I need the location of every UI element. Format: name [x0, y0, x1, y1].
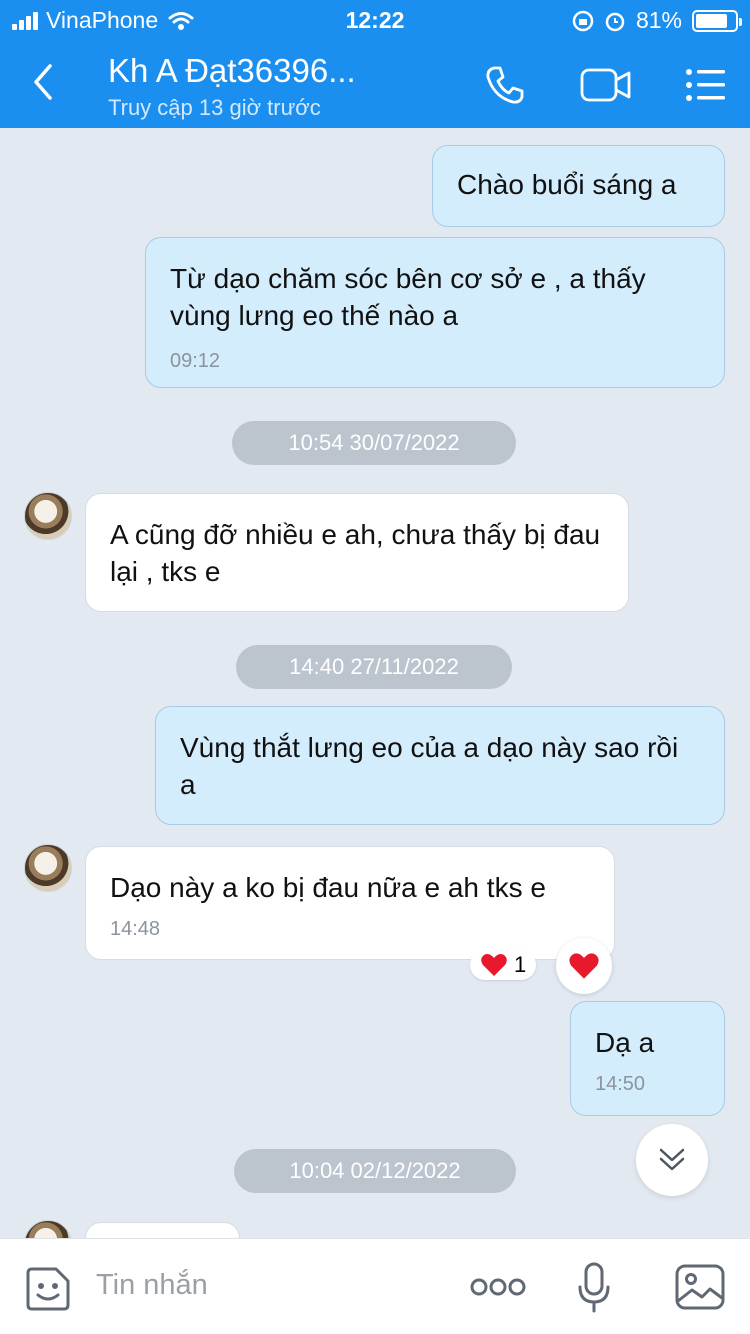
double-chevron-down-icon — [659, 1148, 685, 1171]
message-text: Từ dạo chăm sóc bên cơ sở e , a thấy vùn… — [170, 263, 646, 331]
battery-percent: 81% — [635, 7, 682, 33]
battery-icon — [692, 9, 742, 32]
message-bubble-received[interactable]: Dạo này a ko bị đau nữa e ah tks e 14:48 — [85, 846, 615, 960]
contact-name[interactable]: Kh A Đạt36396... — [108, 52, 356, 90]
message-text: Dạo này a ko bị đau nữa e ah tks e — [110, 872, 546, 903]
image-icon[interactable] — [674, 1263, 726, 1311]
phone-call-icon[interactable] — [484, 64, 526, 106]
react-button[interactable] — [556, 938, 612, 994]
orientation-lock-icon — [572, 10, 594, 31]
contact-avatar[interactable] — [24, 844, 72, 892]
message-time: 14:48 — [110, 918, 161, 940]
message-text: Chào buổi sáng a — [457, 169, 677, 200]
message-bubble-sent[interactable]: Chào buổi sáng a — [432, 145, 725, 227]
message-bubble-received[interactable]: A cũng đỡ nhiều e ah, chưa thấy bị đau l… — [85, 493, 629, 612]
message-bubble-sent[interactable]: Vùng thắt lưng eo của a dạo này sao rồi … — [155, 706, 725, 825]
message-input[interactable]: Tin nhắn — [96, 1269, 208, 1302]
message-time: 14:50 — [595, 1073, 646, 1095]
heart-icon — [481, 954, 507, 976]
message-bubble-sent[interactable]: Từ dạo chăm sóc bên cơ sở e , a thấy vùn… — [145, 237, 725, 388]
more-options-icon[interactable] — [470, 1275, 526, 1299]
reaction-summary[interactable]: 1 — [470, 950, 537, 980]
scroll-to-bottom-button[interactable] — [636, 1124, 708, 1196]
date-separator: 14:40 27/11/2022 — [236, 645, 512, 689]
message-text: A cũng đỡ nhiều e ah, chưa thấy bị đau l… — [110, 519, 601, 587]
back-icon[interactable] — [28, 62, 58, 102]
message-time: 09:12 — [170, 350, 221, 372]
status-bar: VinaPhone 12:22 81% — [0, 0, 750, 40]
date-separator: 10:54 30/07/2022 — [232, 421, 516, 465]
chat-header: VinaPhone 12:22 81% Kh A Đạt36396... Tru… — [0, 0, 750, 128]
menu-icon[interactable] — [684, 64, 728, 106]
video-call-icon[interactable] — [580, 64, 632, 106]
last-seen-status: Truy cập 13 giờ trước — [108, 95, 321, 120]
reaction-count: 1 — [514, 952, 527, 977]
alarm-icon — [605, 12, 625, 31]
message-text: Dạ a — [595, 1027, 655, 1058]
message-bubble-sent[interactable]: Dạ a 14:50 — [570, 1001, 725, 1116]
date-separator: 10:04 02/12/2022 — [234, 1149, 516, 1193]
message-composer: Tin nhắn — [0, 1238, 750, 1334]
message-text: Vùng thắt lưng eo của a dạo này sao rồi … — [180, 732, 679, 800]
sticker-icon[interactable] — [24, 1265, 72, 1313]
microphone-icon[interactable] — [576, 1261, 612, 1315]
contact-avatar[interactable] — [24, 492, 72, 540]
heart-icon — [569, 953, 599, 979]
